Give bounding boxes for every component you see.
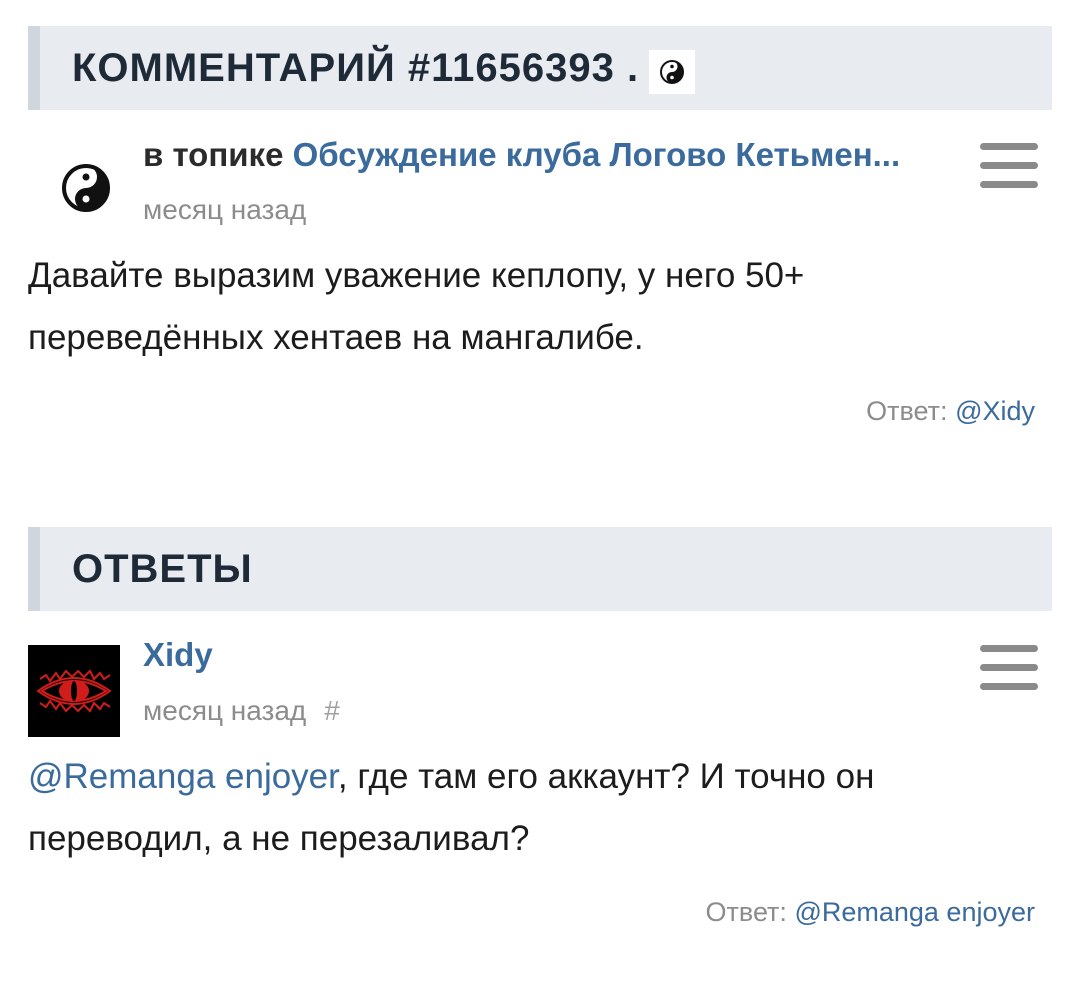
answer-time-line: месяц назад # [143, 695, 340, 727]
reply-link[interactable]: @Xidy [955, 396, 1035, 426]
answer-username[interactable]: Xidy [143, 636, 213, 674]
answers-title: ОТВЕТЫ [72, 546, 253, 591]
yin-yang-icon [649, 50, 696, 94]
comment-text: Давайте выразим уважение кеплопу, у него… [28, 256, 805, 357]
comment-reply-to: Ответ: @Xidy [866, 396, 1035, 427]
topic-link[interactable]: Обсуждение клуба Логово Кетьмен... [293, 136, 901, 173]
yin-yang-icon[interactable] [40, 140, 132, 232]
reply-label: Ответ: [705, 897, 787, 927]
comment-section-header: КОММЕНТАРИЙ #11656393 . [28, 26, 1052, 110]
comment-menu-button[interactable] [980, 143, 1038, 189]
topic-line: в топике Обсуждение клуба Логово Кетьмен… [143, 136, 900, 174]
answer-text-block: @Remanga enjoyer, где там его аккаунт? И… [28, 746, 1038, 870]
comment-title: КОММЕНТАРИЙ #11656393 . [72, 45, 640, 90]
permalink-hash[interactable]: # [324, 695, 340, 726]
answer-time: месяц назад [143, 695, 307, 726]
topic-prefix: в топике [143, 136, 284, 173]
comment-time: месяц назад [143, 194, 307, 225]
reply-label: Ответ: [866, 396, 948, 426]
red-eye-icon[interactable] [28, 645, 120, 737]
answers-section-header: ОТВЕТЫ [28, 527, 1052, 611]
answer-menu-button[interactable] [980, 645, 1038, 691]
reply-link[interactable]: @Remanga enjoyer [794, 897, 1035, 927]
answer-reply-to: Ответ: @Remanga enjoyer [706, 897, 1035, 928]
answer-mention[interactable]: @Remanga enjoyer [28, 757, 338, 796]
